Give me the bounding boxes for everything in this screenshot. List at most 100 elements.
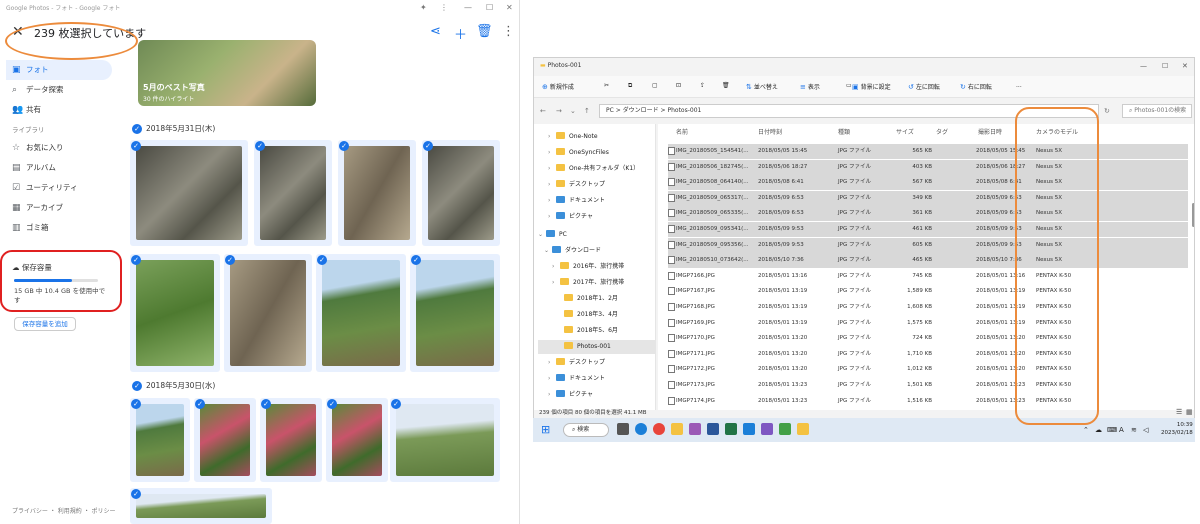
- file-explorer-icon[interactable]: [671, 423, 683, 435]
- word-icon[interactable]: [707, 423, 719, 435]
- chevron-icon[interactable]: ›: [548, 146, 556, 160]
- more-options-icon[interactable]: ⋮: [502, 24, 515, 39]
- keyboard-icon[interactable]: ⌨: [1107, 426, 1117, 434]
- chevron-icon[interactable]: ›: [548, 194, 556, 208]
- tree-item[interactable]: › ドキュメント: [548, 194, 605, 208]
- sidebar-item-utilities[interactable]: ☑ ユーティリティ: [6, 178, 112, 198]
- refresh-icon[interactable]: ↻: [1104, 107, 1110, 115]
- forward-arrow-icon[interactable]: →: [556, 107, 562, 115]
- share-icon[interactable]: ⇪: [700, 82, 705, 89]
- photo-thumbnail[interactable]: ✓: [338, 140, 416, 246]
- set-background-button[interactable]: ▣ 背景に設定: [852, 82, 891, 91]
- app-icon[interactable]: [779, 423, 791, 435]
- chevron-icon[interactable]: ›: [548, 130, 556, 144]
- chevron-icon[interactable]: ⌄: [538, 228, 546, 242]
- app-icon[interactable]: [761, 423, 773, 435]
- date-header[interactable]: ✓ 2018年5月30日(水): [132, 380, 215, 391]
- tree-item[interactable]: 2018年5、6月: [556, 324, 618, 338]
- speaker-icon[interactable]: ◁: [1143, 426, 1148, 434]
- photo-thumbnail[interactable]: ✓: [130, 140, 248, 246]
- column-header-type[interactable]: 種類: [838, 126, 850, 140]
- cloud-icon[interactable]: ☁: [1095, 426, 1102, 434]
- sort-button[interactable]: ⇅ 並べ替え: [746, 82, 778, 91]
- file-row[interactable]: IMG_20180509_095341(... 2018/05/09 9:53 JP…: [668, 222, 1188, 237]
- trash-icon[interactable]: 🗑: [476, 24, 493, 39]
- cut-icon[interactable]: ✂: [604, 82, 609, 89]
- file-row[interactable]: IMGP7174.JPG 2018/05/01 13:23 JPG ファイル 1,51…: [668, 394, 1188, 409]
- chevron-icon[interactable]: ›: [548, 178, 556, 192]
- chevron-up-icon[interactable]: ⌃: [1083, 426, 1089, 434]
- sidebar-item-trash[interactable]: ▥ ゴミ箱: [6, 218, 112, 238]
- add-icon[interactable]: ＋: [454, 24, 467, 43]
- file-row[interactable]: IMGP7168.JPG 2018/05/01 13:19 JPG ファイル 1,60…: [668, 300, 1188, 315]
- tree-item[interactable]: › One-Note: [548, 130, 598, 144]
- photo-thumbnail[interactable]: ✓: [194, 398, 256, 482]
- start-icon[interactable]: ⊞: [541, 423, 550, 436]
- file-row[interactable]: IMG_20180510_073642(... 2018/05/10 7:36 JP…: [668, 253, 1188, 269]
- sidebar-item-favorites[interactable]: ☆ お気に入り: [6, 138, 112, 158]
- photo-thumbnail[interactable]: ✓: [422, 140, 500, 246]
- search-input[interactable]: ⌕ Photos-001の検索: [1122, 104, 1192, 118]
- file-row[interactable]: IMGP7173.JPG 2018/05/01 13:23 JPG ファイル 1,50…: [668, 378, 1188, 393]
- tree-item[interactable]: 2018年3、4月: [556, 308, 618, 322]
- file-row[interactable]: IMG_20180509_065335(... 2018/05/09 6:53 JP…: [668, 206, 1188, 222]
- sidebar-item-explore[interactable]: ⌕ データ探索: [6, 80, 112, 100]
- column-header-name[interactable]: 名前: [676, 126, 688, 140]
- tree-item[interactable]: › 2016年、旅行携帯: [552, 260, 624, 274]
- chevron-icon[interactable]: ›: [548, 388, 556, 402]
- close-window-icon[interactable]: ✕: [506, 3, 513, 12]
- sidebar-item-photos[interactable]: ▣ フォト: [6, 60, 112, 80]
- file-row[interactable]: IMG_20180509_095356(... 2018/05/09 9:53 JP…: [668, 237, 1188, 253]
- folder-icon[interactable]: [797, 423, 809, 435]
- more-button[interactable]: ...: [1016, 82, 1022, 89]
- footer-links[interactable]: プライバシー ・ 利用規約 ・ ポリシー: [12, 506, 116, 515]
- tree-item[interactable]: ⌄ PC: [538, 228, 567, 242]
- copy-icon[interactable]: ⧉: [628, 82, 632, 90]
- photo-thumbnail[interactable]: ✓: [316, 254, 406, 372]
- file-row[interactable]: IMGP7172.JPG 2018/05/01 13:20 JPG ファイル 1,01…: [668, 362, 1188, 377]
- column-header-date[interactable]: 日付時刻: [758, 126, 782, 140]
- view-button[interactable]: ≡ 表示: [800, 82, 820, 91]
- input-method[interactable]: A: [1119, 426, 1124, 434]
- settings-icon[interactable]: [617, 423, 629, 435]
- file-row[interactable]: IMGP7171.JPG 2018/05/01 13:20 JPG ファイル 1,71…: [668, 347, 1188, 362]
- tree-item[interactable]: › One-共有フォルダ（K1）: [548, 162, 639, 176]
- wifi-icon[interactable]: ≋: [1131, 426, 1137, 434]
- chevron-icon[interactable]: ›: [548, 372, 556, 386]
- rename-icon[interactable]: ⊡: [676, 82, 681, 89]
- tree-item[interactable]: › OneSyncFiles: [548, 146, 609, 160]
- tree-item[interactable]: › デスクトップ: [548, 356, 605, 370]
- file-row[interactable]: IMGP7169.JPG 2018/05/01 13:19 JPG ファイル 1,57…: [668, 316, 1188, 331]
- chevron-icon[interactable]: ›: [552, 260, 560, 274]
- tiles-view-icon[interactable]: ▦: [1186, 408, 1193, 416]
- column-header-tags[interactable]: タグ: [936, 126, 948, 140]
- chrome-icon[interactable]: [653, 423, 665, 435]
- chevron-icon[interactable]: ›: [548, 162, 556, 176]
- add-storage-button[interactable]: 保存容量を追加: [14, 317, 76, 331]
- file-row[interactable]: IMG_20180506_182745(... 2018/05/06 18:27 J…: [668, 159, 1188, 175]
- new-button[interactable]: ⊕ 新規作成: [542, 82, 574, 91]
- down-arrow-icon[interactable]: ⌄: [570, 107, 576, 115]
- app-icon[interactable]: [689, 423, 701, 435]
- minimize-icon[interactable]: —: [1140, 62, 1147, 70]
- rotate-right-button[interactable]: ↻ 右に回転: [960, 82, 992, 91]
- paste-icon[interactable]: ▢: [652, 82, 658, 89]
- tree-item[interactable]: › デスクトップ: [548, 178, 605, 192]
- details-view-icon[interactable]: ☰: [1176, 408, 1182, 416]
- chevron-icon[interactable]: ⌄: [544, 244, 552, 258]
- file-row[interactable]: IMG_20180509_065317(... 2018/05/09 6:53 JP…: [668, 190, 1188, 206]
- maximize-icon[interactable]: ☐: [1162, 62, 1168, 70]
- photo-thumbnail[interactable]: ✓: [390, 398, 500, 482]
- taskbar-search[interactable]: ⌕ 検索: [563, 423, 609, 437]
- delete-icon[interactable]: 🗑: [722, 82, 730, 89]
- tree-item[interactable]: ⌄ ダウンロード: [544, 244, 601, 258]
- file-row[interactable]: IMGP7170.JPG 2018/05/01 13:20 JPG ファイル 724 …: [668, 331, 1188, 346]
- photo-thumbnail[interactable]: ✓: [254, 140, 332, 246]
- tree-item[interactable]: › ドキュメント: [548, 372, 605, 386]
- minimize-icon[interactable]: —: [464, 3, 472, 12]
- edge-icon[interactable]: [635, 423, 647, 435]
- excel-icon[interactable]: [725, 423, 737, 435]
- chevron-icon[interactable]: ›: [552, 276, 560, 290]
- photo-thumbnail[interactable]: ✓: [260, 398, 322, 482]
- photo-thumbnail[interactable]: ✓: [130, 254, 220, 372]
